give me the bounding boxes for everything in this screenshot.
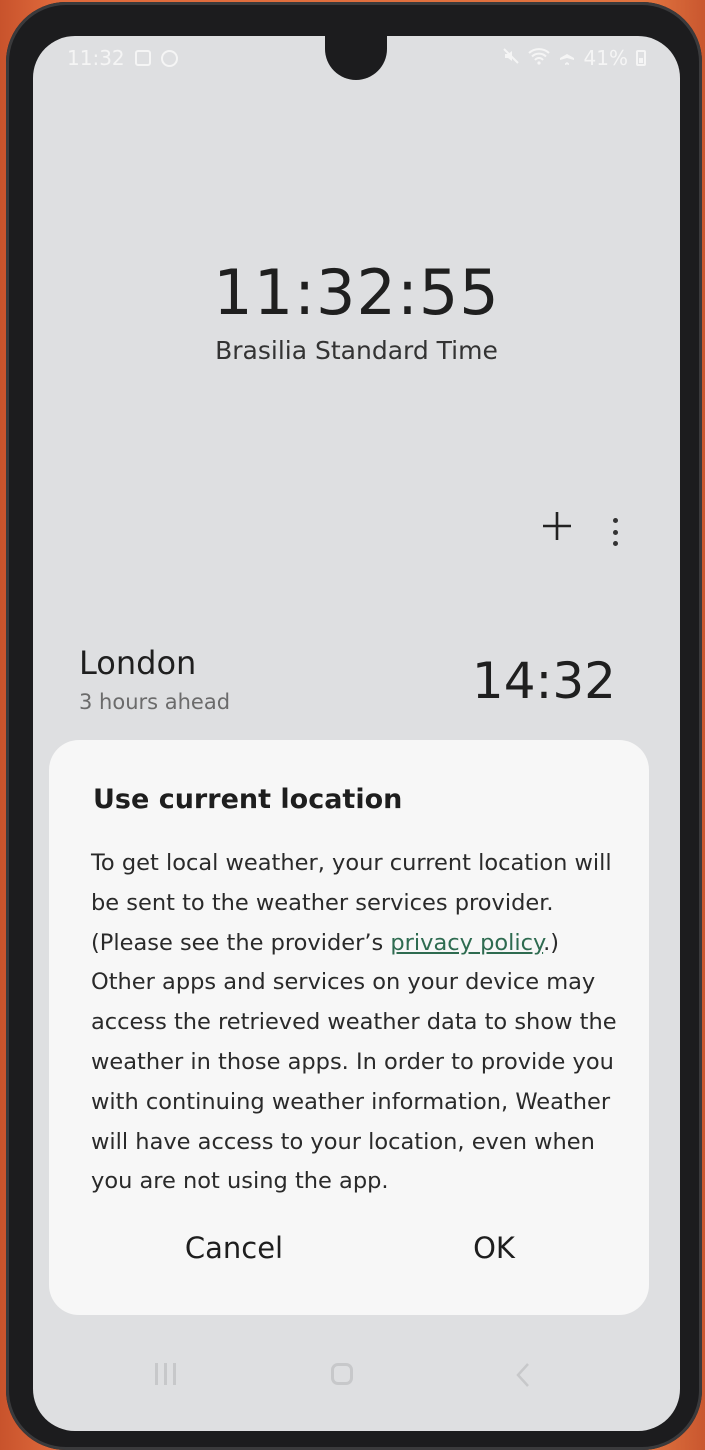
- status-time: 11:32: [67, 46, 125, 70]
- world-clock-item[interactable]: London 3 hours ahead 14:32: [33, 636, 680, 726]
- navigation-bar: [33, 1351, 680, 1401]
- battery-percent: 41%: [583, 46, 628, 70]
- mute-icon: [502, 46, 520, 70]
- back-icon[interactable]: [513, 1361, 533, 1396]
- status-right: 41%: [502, 46, 646, 70]
- city-time-difference: 3 hours ahead: [79, 690, 231, 714]
- wifi-icon: [527, 46, 550, 70]
- plus-icon[interactable]: [537, 506, 577, 546]
- notification-app-icon: [160, 49, 178, 67]
- airplane-icon: [558, 46, 576, 70]
- dialog-title: Use current location: [93, 784, 403, 815]
- battery-icon: [636, 50, 646, 66]
- dialog-body-text-2: .) Other apps and services on your devic…: [91, 929, 617, 1195]
- phone-frame: 11:32 41% 11:32:55 Brasilia Standard Tim…: [6, 2, 702, 1450]
- privacy-policy-link[interactable]: privacy policy: [390, 930, 543, 956]
- screen: 11:32 41% 11:32:55 Brasilia Standard Tim…: [33, 36, 680, 1431]
- status-left: 11:32: [67, 46, 178, 70]
- more-vertical-icon[interactable]: [605, 512, 625, 552]
- location-permission-dialog: Use current location To get local weathe…: [49, 740, 649, 1315]
- cancel-button[interactable]: Cancel: [119, 1220, 349, 1276]
- home-icon[interactable]: [331, 1363, 353, 1385]
- notification-check-icon: [134, 50, 151, 66]
- current-time: 11:32:55: [213, 256, 500, 329]
- recents-icon[interactable]: [155, 1363, 176, 1385]
- city-time: 14:32: [471, 652, 616, 710]
- dialog-body: To get local weather, your current locat…: [91, 844, 621, 1202]
- city-name: London: [79, 644, 197, 682]
- ok-button[interactable]: OK: [379, 1220, 609, 1276]
- current-time-zone: Brasilia Standard Time: [215, 336, 498, 365]
